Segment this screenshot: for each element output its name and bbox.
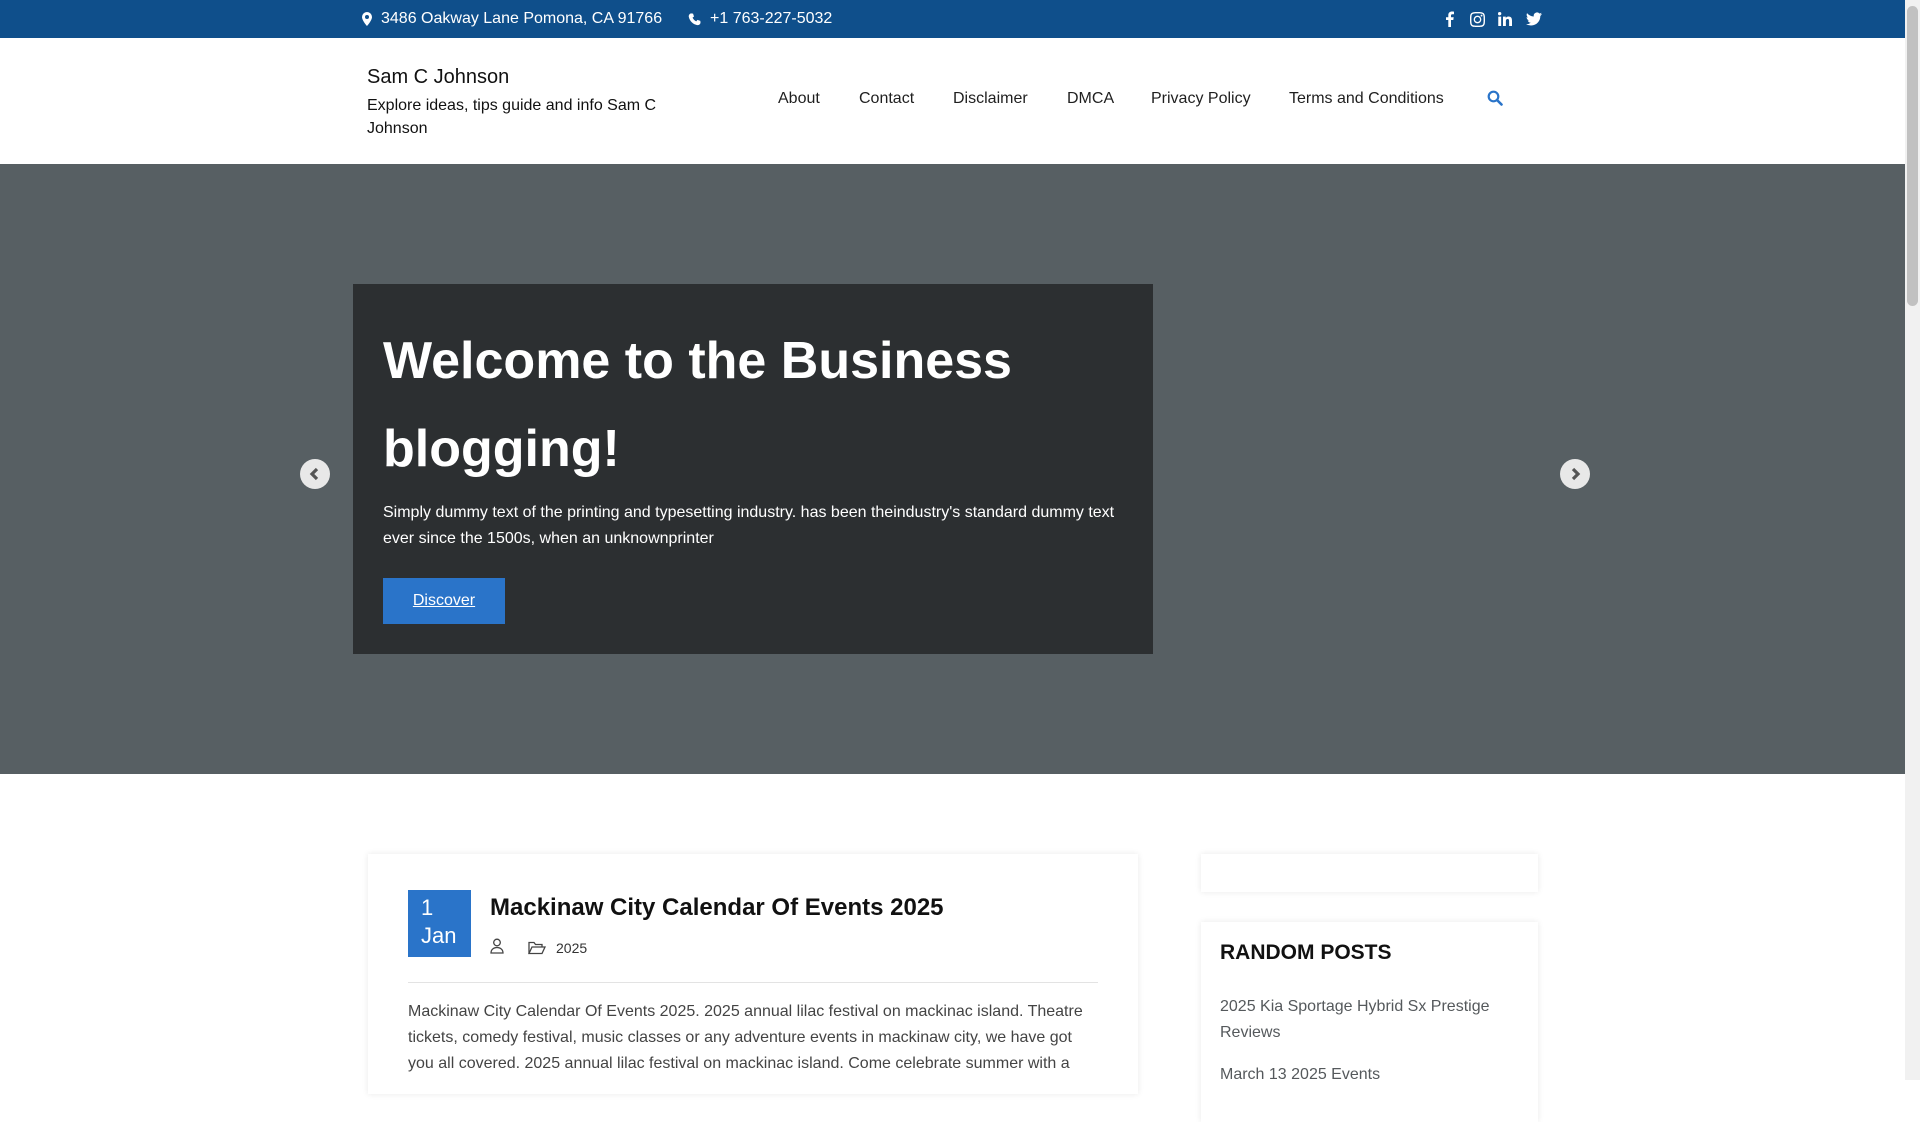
post-category[interactable]: 2025 xyxy=(528,940,587,956)
phone-item: +1 763-227-5032 xyxy=(688,0,832,38)
folder-open-icon xyxy=(528,941,546,955)
random-posts-list: 2025 Kia Sportage Hybrid Sx Prestige Rev… xyxy=(1220,994,1520,1104)
hero-title: Welcome to the Business blogging! xyxy=(383,332,1012,478)
hero-caption-box: Welcome to the Business blogging! Simply… xyxy=(353,284,1153,654)
address-item: 3486 Oakway Lane Pomona, CA 91766 xyxy=(362,0,662,38)
site-header: Sam C Johnson Explore ideas, tips guide … xyxy=(0,38,1905,165)
twitter-icon[interactable] xyxy=(1526,12,1542,26)
nav-item-dmca[interactable]: DMCA xyxy=(1067,90,1114,108)
nav-item-disclaimer[interactable]: Disclaimer xyxy=(953,90,1028,108)
site-tagline: Explore ideas, tips guide and info Sam C… xyxy=(367,97,657,137)
map-marker-icon xyxy=(362,12,372,26)
random-posts-widget: RANDOM POSTS 2025 Kia Sportage Hybrid Sx… xyxy=(1201,922,1538,1122)
post-divider xyxy=(408,982,1098,983)
user-icon[interactable] xyxy=(490,938,504,954)
discover-button[interactable]: Discover xyxy=(383,578,505,624)
twitter-link[interactable] xyxy=(1526,0,1542,38)
linkedin-icon[interactable] xyxy=(1498,12,1512,26)
post-date-month: Jan xyxy=(421,923,457,948)
top-bar: 3486 Oakway Lane Pomona, CA 91766 +1 763… xyxy=(0,0,1905,38)
sidebar-search-widget xyxy=(1201,854,1538,892)
random-posts-title: RANDOM POSTS xyxy=(1220,941,1392,964)
random-post-item[interactable]: March 13 2025 Events xyxy=(1220,1062,1520,1088)
post-category-label[interactable]: 2025 xyxy=(556,940,587,956)
hero-slider: Welcome to the Business blogging! Simply… xyxy=(0,164,1905,774)
nav-item-about[interactable]: About xyxy=(778,90,820,108)
linkedin-link[interactable] xyxy=(1498,0,1512,38)
address-text: 3486 Oakway Lane Pomona, CA 91766 xyxy=(381,10,663,27)
slider-prev-button[interactable] xyxy=(300,459,330,489)
post-card: 1 Jan Mackinaw City Calendar Of Events 2… xyxy=(368,854,1138,1094)
random-post-item[interactable]: 2025 Kia Sportage Hybrid Sx Prestige Rev… xyxy=(1220,994,1520,1046)
site-title[interactable]: Sam C Johnson xyxy=(367,66,509,89)
scrollbar[interactable] xyxy=(1905,0,1920,1080)
nav-item-terms-and-conditions[interactable]: Terms and Conditions xyxy=(1289,90,1444,108)
search-icon[interactable] xyxy=(1487,90,1503,106)
facebook-link[interactable] xyxy=(1445,0,1454,38)
slider-next-button[interactable] xyxy=(1560,459,1590,489)
instagram-link[interactable] xyxy=(1470,0,1485,38)
post-title[interactable]: Mackinaw City Calendar Of Events 2025 xyxy=(490,894,944,922)
facebook-icon[interactable] xyxy=(1445,11,1454,27)
hero-description: Simply dummy text of the printing and ty… xyxy=(383,504,1115,547)
post-excerpt: Mackinaw City Calendar Of Events 2025. 2… xyxy=(408,1003,1083,1072)
post-author[interactable] xyxy=(490,938,504,959)
post-date-badge: 1 Jan xyxy=(408,890,471,957)
nav-item-contact[interactable]: Contact xyxy=(859,90,914,108)
chevron-right-icon[interactable] xyxy=(1568,467,1582,481)
instagram-icon[interactable] xyxy=(1470,11,1485,27)
search-button[interactable] xyxy=(1487,90,1507,110)
phone-text[interactable]: +1 763-227-5032 xyxy=(710,10,832,28)
chevron-left-icon[interactable] xyxy=(308,467,322,481)
phone-icon xyxy=(688,12,701,25)
nav-item-privacy-policy[interactable]: Privacy Policy xyxy=(1151,90,1251,108)
scrollbar-thumb[interactable] xyxy=(1907,6,1918,306)
post-date-day: 1 xyxy=(421,895,434,920)
